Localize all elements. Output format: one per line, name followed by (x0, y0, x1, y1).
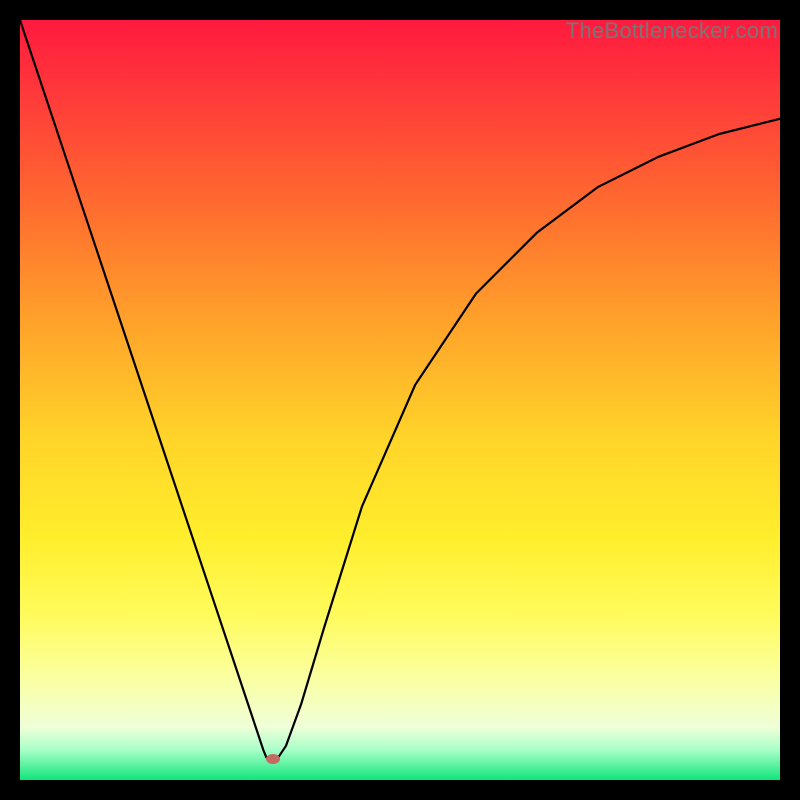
chart-frame: TheBottlenecker.com (20, 20, 780, 780)
chart-marker (266, 754, 280, 764)
chart-curve (20, 20, 780, 780)
